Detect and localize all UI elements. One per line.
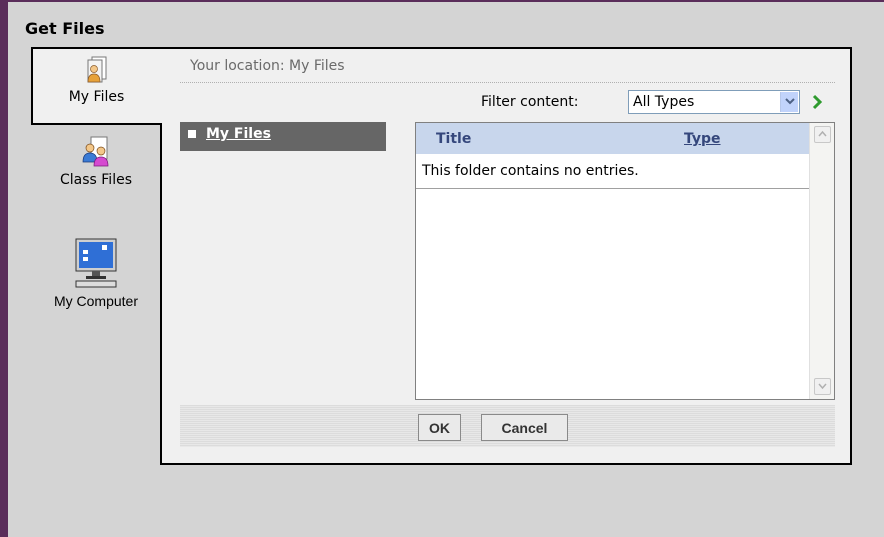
title-bar: Get Files (8, 2, 884, 40)
filter-label: Filter content: (481, 94, 579, 110)
filter-selected-value: All Types (633, 94, 695, 110)
class-files-icon (82, 136, 109, 167)
my-files-icon (87, 56, 106, 83)
tree-item-my-files[interactable]: My Files (180, 122, 386, 151)
divider (416, 188, 809, 189)
vertical-scrollbar[interactable] (809, 123, 834, 399)
tab-label: My Computer (53, 293, 139, 309)
tab-label: Class Files (59, 172, 132, 188)
filter-type-select[interactable]: All Types (628, 90, 800, 114)
tree-item-link[interactable]: My Files (206, 126, 271, 142)
dialog-title: Get Files (25, 19, 105, 38)
tab-my-files[interactable]: My Files (31, 55, 162, 105)
empty-folder-message: This folder contains no entries. (422, 163, 639, 179)
files-table: Title Type This folder contains no entri… (415, 122, 835, 400)
bullet-icon (188, 130, 196, 138)
column-header-title[interactable]: Title (436, 131, 471, 147)
cancel-button[interactable]: Cancel (481, 414, 568, 441)
ok-button[interactable]: OK (418, 414, 461, 441)
table-header: Title Type (416, 123, 809, 154)
tab-my-computer[interactable]: My Computer (40, 237, 152, 309)
tab-label: My Files (68, 89, 125, 105)
my-computer-icon (75, 238, 117, 288)
scroll-down-icon[interactable] (814, 378, 831, 395)
tab-class-files[interactable]: Class Files (36, 136, 156, 188)
chevron-down-icon[interactable] (780, 92, 798, 112)
go-arrow-icon[interactable] (808, 93, 826, 111)
divider (180, 82, 835, 83)
scroll-up-icon[interactable] (814, 126, 831, 143)
location-breadcrumb: Your location: My Files (190, 58, 345, 74)
column-header-type[interactable]: Type (684, 131, 721, 147)
